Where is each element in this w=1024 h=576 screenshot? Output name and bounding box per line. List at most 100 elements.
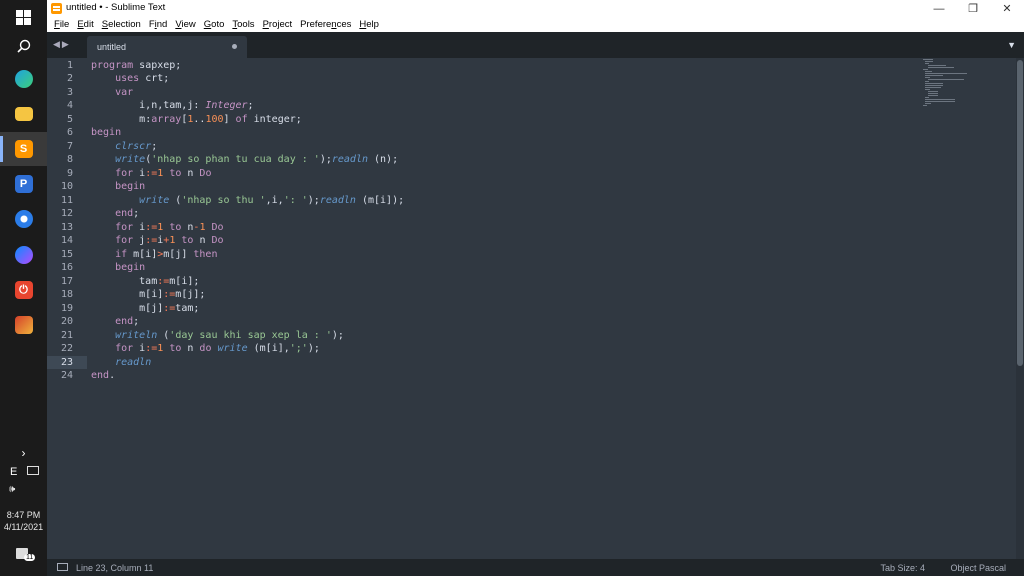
volume-icon[interactable]: 🕪 [9,484,15,495]
taskbar-app-blue[interactable]: P [0,167,47,201]
taskbar-game[interactable] [0,308,47,342]
vertical-scrollbar[interactable] [1016,58,1024,559]
code-line[interactable]: m[i]:=m[j]; [91,288,205,302]
cursor-position[interactable]: Line 23, Column 11 [76,563,153,573]
line-number: 19 [60,302,73,314]
code-token: write [139,194,170,206]
code-token: := [145,167,158,179]
code-line[interactable]: for j:=i+1 to n Do [91,234,223,248]
code-token: readln [319,194,356,206]
minimap[interactable] [920,58,1010,118]
code-token: ; [133,208,140,219]
code-line[interactable]: for i:=1 to n do write (m[i],';'); [91,342,320,356]
code-token: for [115,235,134,246]
menu-item[interactable]: Goto [200,17,229,32]
line-number: 3 [66,86,73,98]
code-line[interactable]: program sapxep; [91,59,181,73]
code-line[interactable]: var [91,86,133,100]
code-token: := [163,289,176,300]
taskbar-edge[interactable] [0,62,47,96]
menu-item[interactable]: Selection [98,17,145,32]
tab-untitled[interactable]: untitled [87,36,247,58]
menu-label-rest: ools [237,19,255,30]
menu-item[interactable]: Tools [228,17,258,32]
code-line[interactable]: end; [91,207,139,221]
app-blue-icon: P [14,175,33,193]
code-token: := [145,343,158,354]
code-token: ); [307,194,320,206]
code-line[interactable]: begin [91,126,121,140]
code-line[interactable]: clrscr; [91,140,157,154]
close-button[interactable]: ✕ [990,0,1024,17]
game-icon [14,316,33,334]
code-token: to [169,167,182,179]
tab-size[interactable]: Tab Size: 4 [880,563,925,573]
code-token: to [181,235,194,246]
menu-item[interactable]: Preferences [296,17,355,32]
clock-date[interactable]: 4/11/2021 [0,521,47,533]
taskbar-messenger[interactable] [0,238,47,272]
panel-toggle-icon[interactable] [57,563,68,571]
code-area[interactable]: program sapxep; uses crt; var i,n,tam,j:… [91,58,914,559]
code-line[interactable]: begin [91,261,145,275]
code-line[interactable]: if m[i]>m[j] then [91,248,217,262]
unsaved-dot-icon[interactable] [232,44,237,49]
menu-item[interactable]: Find [145,17,172,32]
code-line[interactable]: i,n,tam,j: Integer; [91,99,253,113]
line-number: 23 [60,356,73,368]
taskbar-sublime-text[interactable]: S [0,132,47,166]
code-line[interactable]: writeln ('day sau khi sap xep la : '); [91,329,344,343]
code-line[interactable]: write('nhap so phan tu cua day : ');read… [91,153,398,167]
code-line[interactable]: tam:=m[i]; [91,275,199,289]
menu-label-rest: election [108,19,141,30]
line-number: 11 [60,194,73,206]
code-token: program [91,59,134,71]
code-line[interactable]: uses crt; [91,72,169,86]
scroll-thumb[interactable] [1017,60,1023,366]
code-line[interactable]: m[j]:=tam; [91,302,199,316]
minimize-button[interactable]: — [922,0,956,17]
menu-item[interactable]: Help [355,17,383,32]
show-hidden-icons-button[interactable]: › [0,438,47,468]
code-line[interactable]: end; [91,315,139,329]
code-token: begin [91,127,122,138]
code-line[interactable]: m:array[1..100] of integer; [91,113,302,127]
syntax-selector[interactable]: Object Pascal [950,563,1006,573]
code-token: Do [199,167,212,179]
code-token: Do [211,221,224,233]
code-token: end [115,208,134,219]
menu-label-rest: oto [211,19,225,30]
menu-item[interactable]: Project [259,17,297,32]
code-line[interactable]: readln [91,356,151,370]
editor[interactable]: 1 2 3 4 5 6 7 8 9 10 11 12 13 14 15 16 17 18 19 20 21 22 23 24 … [47,58,1024,559]
taskbar-file-explorer[interactable] [0,97,47,131]
tab-nav-arrows[interactable]: ◀▶ [53,39,71,50]
code-line[interactable]: write ('nhap so thu ',i,': ');readln (m[… [91,194,404,208]
restore-button[interactable]: ❐ [956,0,990,17]
code-line[interactable]: for i:=1 to n-1 Do [91,221,224,235]
code-line[interactable]: for i:=1 to n Do [91,167,211,181]
tab-dropdown-icon[interactable]: ▼ [1007,40,1016,50]
code-token: readln [331,154,368,165]
menu-label-rest: dit [83,19,94,30]
code-token: tam; [175,302,200,314]
input-language[interactable]: E [10,466,17,478]
menu-label-rest: iew [181,19,196,30]
taskbar-app-red[interactable]: ⏻ [0,273,47,307]
code-token: do [199,343,212,354]
code-token: for [115,343,134,354]
code-token: .. [193,113,206,125]
menu-item[interactable]: View [171,17,199,32]
code-line[interactable]: begin [91,180,145,194]
taskbar-app-circle[interactable] [0,202,47,236]
network-icon[interactable] [27,466,39,475]
code-line[interactable]: end. [91,369,115,383]
menu-item[interactable]: Edit [73,17,97,32]
search-button[interactable] [0,29,47,63]
menu-item[interactable]: File [50,17,73,32]
clock-time[interactable]: 8:47 PM [0,509,47,521]
